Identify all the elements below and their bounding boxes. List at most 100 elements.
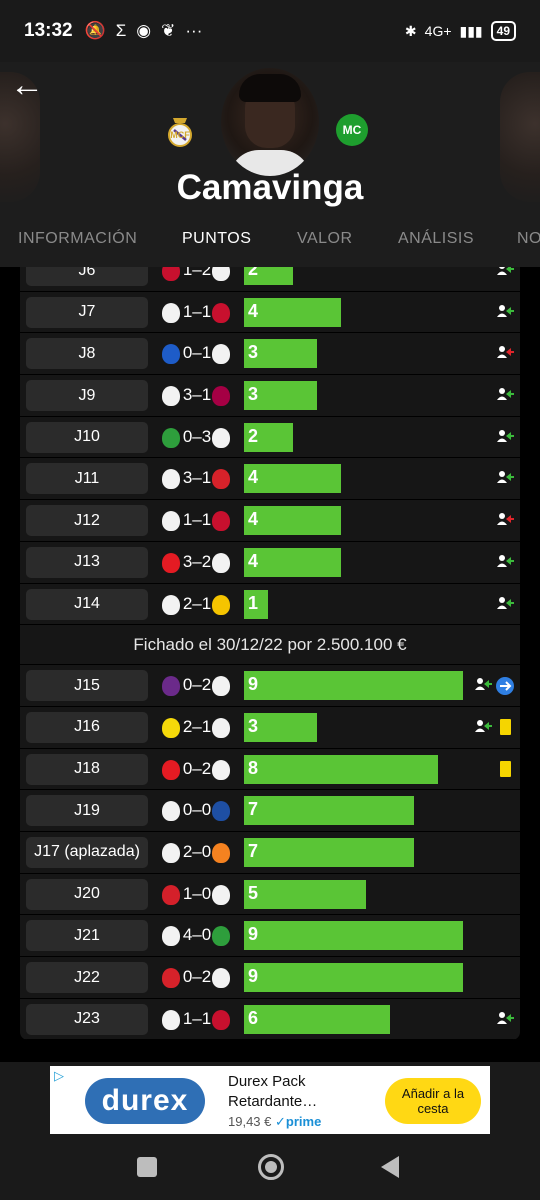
points-bar — [244, 506, 341, 536]
matchday-row[interactable]: J19 0–0 7 — [20, 790, 520, 832]
home-crest-icon — [162, 386, 180, 407]
points-bar — [244, 547, 341, 577]
matchday-row[interactable]: J20 1–0 5 — [20, 874, 520, 916]
away-crest-icon — [212, 469, 230, 490]
match-score: 3–1 — [182, 468, 212, 488]
matchday-label[interactable]: J23 — [26, 1003, 148, 1035]
substitution-in-icon — [474, 677, 492, 693]
points-list[interactable]: J6 1–2 2 J7 1–1 4 J8 0–1 3 J9 3–1 3 J10 0–3 2 J11 3–1 4 J1… — [20, 267, 520, 1040]
points-bar — [244, 963, 463, 992]
home-icon[interactable] — [258, 1154, 284, 1180]
ad-banner[interactable]: ▷ durex Durex Pack Retardante… 19,43 € ✓… — [50, 1066, 490, 1134]
match-score: 0–0 — [182, 800, 212, 820]
matchday-label[interactable]: J9 — [26, 380, 148, 412]
ad-title-line1: Durex Pack — [228, 1073, 306, 1090]
player-header: ← MCF MC Camavinga INFORMACIÓN PUNTOS VA… — [0, 62, 540, 267]
yellow-card-icon — [496, 718, 514, 735]
away-crest-icon — [212, 594, 230, 615]
matchday-row[interactable]: J6 1–2 2 — [20, 267, 520, 292]
match-score: 2–1 — [182, 593, 212, 613]
back-icon[interactable] — [381, 1156, 399, 1178]
system-status: ✱ 4G+ ▮▮▮ 49 — [405, 21, 516, 41]
matchday-row[interactable]: J21 4–0 9 — [20, 915, 520, 957]
matchday-label[interactable]: J10 — [26, 421, 148, 453]
tab-bar: INFORMACIÓN PUNTOS VALOR ANÁLISIS NO — [0, 224, 540, 267]
matchday-label[interactable]: J20 — [26, 878, 148, 910]
matchday-row[interactable]: J9 3–1 3 — [20, 375, 520, 417]
matchday-label[interactable]: J22 — [26, 962, 148, 993]
matchday-label[interactable]: J11 — [26, 463, 148, 495]
substitution-out-icon — [496, 345, 514, 361]
matchday-row[interactable]: J17 (aplazada) 2–0 7 — [20, 832, 520, 874]
matchday-label[interactable]: J21 — [26, 920, 148, 952]
matchday-row[interactable]: J15 0–2 9 — [20, 665, 520, 707]
home-crest-icon — [162, 427, 180, 448]
matchday-row[interactable]: J10 0–3 2 — [20, 417, 520, 459]
matchday-label[interactable]: J13 — [26, 546, 148, 578]
home-crest-icon — [162, 1009, 180, 1030]
matchday-label[interactable]: J19 — [26, 795, 148, 827]
points-value: 2 — [248, 425, 259, 446]
matchday-label[interactable]: J14 — [26, 588, 148, 620]
matchday-label[interactable]: J8 — [26, 338, 148, 370]
points-value: 8 — [248, 757, 259, 778]
ad-choices-icon[interactable]: ▷ — [54, 1068, 64, 1084]
points-bar — [244, 754, 438, 784]
tab-noticias[interactable]: NO — [517, 230, 540, 248]
matchday-label[interactable]: J7 — [26, 296, 148, 328]
battery-indicator: 49 — [490, 21, 516, 41]
ad-price: 19,43 € ✓prime — [228, 1114, 321, 1130]
back-arrow-icon[interactable]: ← — [10, 68, 46, 102]
ad-prime-label: prime — [285, 1114, 322, 1129]
match-score: 3–2 — [182, 551, 212, 571]
match-score: 1–0 — [182, 883, 212, 903]
points-bar — [244, 1004, 390, 1034]
matchday-row[interactable]: J12 1–1 4 — [20, 500, 520, 542]
matchday-label[interactable]: J15 — [26, 670, 148, 702]
home-crest-icon — [162, 594, 180, 615]
points-bar — [244, 837, 414, 867]
bluetooth-icon: ✱ — [404, 22, 417, 39]
signal-icon: ▮▮▮ — [459, 22, 483, 39]
status-bar: 13:32 🔕 Σ ◉ ❦ ··· ✱ 4G+ ▮▮▮ 49 — [0, 0, 540, 62]
matchday-row[interactable]: J22 0–2 9 — [20, 957, 520, 999]
matchday-row[interactable]: J14 2–1 1 — [20, 584, 520, 626]
matchday-row[interactable]: J16 2–1 3 — [20, 707, 520, 749]
sigma-icon: Σ — [115, 21, 127, 40]
away-crest-icon — [212, 926, 230, 947]
matchday-row[interactable]: J13 3–2 4 — [20, 542, 520, 584]
matchday-label[interactable]: J12 — [26, 505, 148, 537]
points-value: 9 — [248, 674, 259, 695]
match-score: 0–2 — [182, 967, 212, 986]
add-to-cart-button[interactable]: Añadir a la cesta — [385, 1078, 481, 1124]
matchday-label[interactable]: J17 (aplazada) — [26, 836, 148, 868]
bell-off-icon: 🔕 — [84, 21, 106, 40]
substitution-out-icon — [496, 512, 514, 528]
recents-icon[interactable] — [137, 1157, 157, 1177]
tab-informacion[interactable]: INFORMACIÓN — [18, 230, 137, 248]
home-crest-icon — [162, 344, 180, 365]
points-value: 7 — [248, 799, 259, 820]
matchday-label[interactable]: J18 — [26, 753, 148, 785]
yellow-card-icon — [496, 760, 514, 777]
match-score: 0–1 — [182, 343, 212, 363]
tab-analisis[interactable]: ANÁLISIS — [398, 230, 474, 248]
matchday-row[interactable]: J8 0–1 3 — [20, 333, 520, 376]
matchday-row[interactable]: J7 1–1 4 — [20, 292, 520, 334]
substitution-in-icon — [496, 554, 514, 570]
matchday-label[interactable]: J16 — [26, 711, 148, 743]
match-score: 1–2 — [182, 267, 212, 279]
tab-puntos[interactable]: PUNTOS — [182, 230, 251, 248]
tab-valor[interactable]: VALOR — [297, 230, 353, 248]
substitution-in-icon — [496, 429, 514, 445]
home-crest-icon — [162, 469, 180, 490]
matchday-label[interactable]: J6 — [26, 267, 148, 286]
substitution-in-icon — [496, 304, 514, 320]
matchday-row[interactable]: J11 3–1 4 — [20, 458, 520, 501]
ad-prime-badge: ✓prime — [275, 1114, 322, 1129]
signing-info: Fichado el 30/12/22 por 2.500.100 € — [20, 625, 520, 666]
matchday-row[interactable]: J18 0–2 8 — [20, 749, 520, 791]
ad-title: Durex Pack Retardante… — [228, 1072, 317, 1112]
substitution-in-icon — [474, 719, 492, 735]
matchday-row[interactable]: J23 1–1 6 — [20, 999, 520, 1040]
